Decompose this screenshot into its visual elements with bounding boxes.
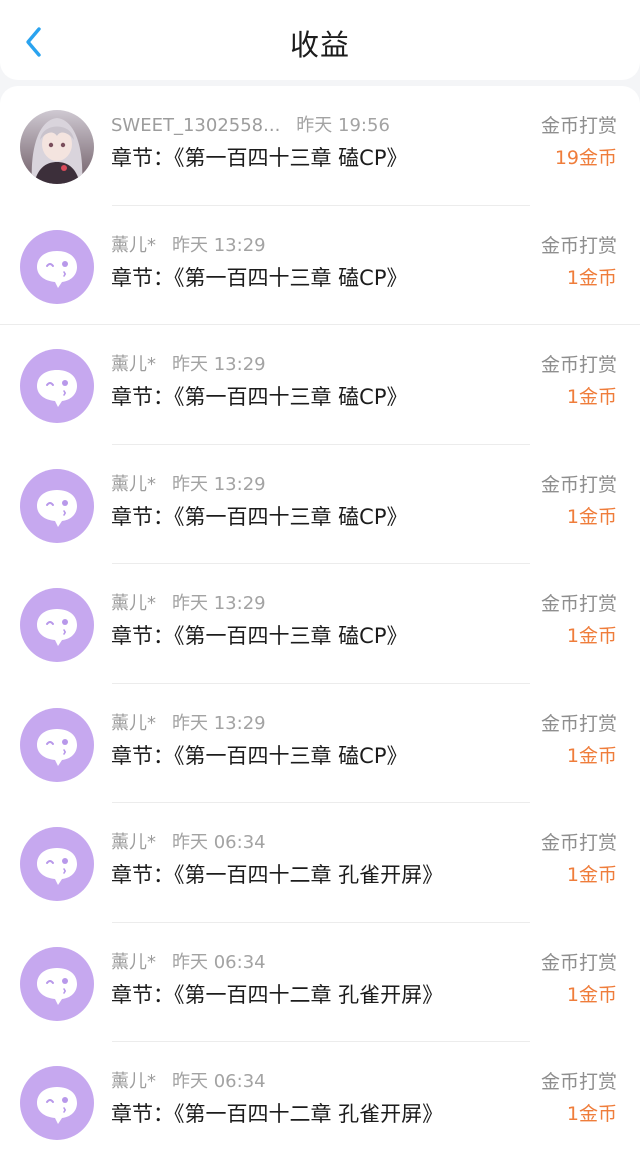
chapter-title: 章节：《第一百四十三章 磕CP》: [111, 146, 408, 170]
chapter-title: 章节：《第一百四十三章 磕CP》: [111, 385, 408, 409]
list-item[interactable]: 薰儿* 昨天 13:29 章节：《第一百四十三章 磕CP》 金币打赏 1金币: [0, 325, 640, 445]
reward-amount: 1金币: [566, 744, 617, 767]
reward-type: 金币打赏: [540, 832, 617, 854]
reward-amount: 19金币: [554, 147, 617, 169]
reward-type: 金币打赏: [540, 593, 617, 615]
reward-type: 金币打赏: [540, 712, 617, 735]
user-name: 薰儿*: [111, 712, 156, 734]
user-name: 薰儿*: [111, 473, 156, 495]
list-item[interactable]: SWEET_1302558... 昨天 19:56 章节：《第一百四十三章 磕CP…: [0, 86, 640, 206]
user-name: 薰儿*: [111, 234, 156, 256]
user-name: 薰儿*: [111, 354, 156, 375]
chapter-title: 章节：《第一百四十二章 孔雀开屏》: [111, 863, 444, 887]
reward-amount: 1金币: [566, 505, 617, 528]
timestamp: 昨天 13:29: [172, 234, 266, 256]
reward-type: 金币打赏: [540, 234, 617, 257]
timestamp: 昨天 06:34: [172, 832, 266, 853]
reward-amount: 1金币: [566, 983, 617, 1006]
user-name: 薰儿*: [111, 593, 156, 614]
record-meta: 薰儿* 昨天 13:29: [111, 712, 266, 736]
list-item[interactable]: 薰儿* 昨天 13:29 章节：《第一百四十三章 磕CP》 金币打赏 1金币: [0, 206, 640, 325]
default-avatar-icon[interactable]: [20, 707, 94, 782]
user-avatar[interactable]: [20, 110, 94, 184]
reward-amount: 1金币: [566, 266, 617, 289]
list-item[interactable]: 薰儿* 昨天 06:34 章节：《第一百四十二章 孔雀开屏》 金币打赏 1金币: [0, 1042, 640, 1160]
reward-type: 金币打赏: [540, 473, 617, 496]
reward-type: 金币打赏: [540, 951, 617, 974]
timestamp: 昨天 13:29: [172, 593, 266, 614]
record-meta: 薰儿* 昨天 06:34: [111, 1070, 266, 1094]
default-avatar-icon[interactable]: [20, 229, 94, 304]
default-avatar-icon[interactable]: [20, 827, 94, 901]
record-meta: 薰儿* 昨天 13:29: [111, 353, 266, 377]
record-meta: SWEET_1302558... 昨天 19:56: [111, 114, 390, 138]
list-item[interactable]: 薰儿* 昨天 13:29 章节：《第一百四十三章 磕CP》 金币打赏 1金币: [0, 564, 640, 684]
top-bar: 收益: [0, 0, 640, 80]
timestamp: 昨天 13:29: [172, 712, 266, 734]
default-avatar-icon[interactable]: [20, 588, 94, 662]
user-name: 薰儿*: [111, 951, 156, 973]
timestamp: 昨天 13:29: [172, 354, 266, 375]
timestamp: 昨天 13:29: [172, 473, 266, 495]
chapter-title: 章节：《第一百四十三章 磕CP》: [111, 624, 408, 648]
record-meta: 薰儿* 昨天 06:34: [111, 831, 266, 855]
reward-amount: 1金币: [566, 864, 617, 886]
default-avatar-icon[interactable]: [20, 946, 94, 1021]
reward-amount: 1金币: [566, 1103, 617, 1125]
timestamp: 昨天 06:34: [172, 1071, 266, 1092]
user-name: SWEET_1302558...: [111, 115, 281, 136]
default-avatar-icon[interactable]: [20, 1066, 94, 1140]
record-meta: 薰儿* 昨天 13:29: [111, 234, 266, 258]
list-item[interactable]: 薰儿* 昨天 06:34 章节：《第一百四十二章 孔雀开屏》 金币打赏 1金币: [0, 803, 640, 923]
user-name: 薰儿*: [111, 1071, 156, 1092]
timestamp: 昨天 19:56: [296, 115, 390, 136]
chapter-title: 章节：《第一百四十三章 磕CP》: [111, 265, 408, 290]
record-meta: 薰儿* 昨天 13:29: [111, 473, 266, 497]
reward-type: 金币打赏: [540, 354, 617, 376]
timestamp: 昨天 06:34: [172, 951, 266, 973]
list-item[interactable]: 薰儿* 昨天 13:29 章节：《第一百四十三章 磕CP》 金币打赏 1金币: [0, 684, 640, 803]
default-avatar-icon[interactable]: [20, 349, 94, 423]
page-title: 收益: [289, 28, 350, 62]
record-meta: 薰儿* 昨天 13:29: [111, 592, 266, 616]
reward-amount: 1金币: [566, 625, 617, 647]
reward-type: 金币打赏: [540, 1071, 617, 1093]
reward-amount: 1金币: [566, 386, 617, 408]
default-avatar-icon[interactable]: [20, 468, 94, 543]
chapter-title: 章节：《第一百四十三章 磕CP》: [111, 504, 408, 529]
earnings-list: SWEET_1302558... 昨天 19:56 章节：《第一百四十三章 磕CP…: [0, 86, 640, 1160]
chapter-title: 章节：《第一百四十二章 孔雀开屏》: [111, 1102, 444, 1126]
user-name: 薰儿*: [111, 832, 156, 853]
chapter-title: 章节：《第一百四十三章 磕CP》: [111, 743, 408, 768]
chapter-title: 章节：《第一百四十二章 孔雀开屏》: [111, 982, 444, 1007]
list-item[interactable]: 薰儿* 昨天 06:34 章节：《第一百四十二章 孔雀开屏》 金币打赏 1金币: [0, 923, 640, 1042]
list-item[interactable]: 薰儿* 昨天 13:29 章节：《第一百四十三章 磕CP》 金币打赏 1金币: [0, 445, 640, 564]
reward-type: 金币打赏: [540, 115, 617, 137]
record-meta: 薰儿* 昨天 06:34: [111, 951, 266, 975]
